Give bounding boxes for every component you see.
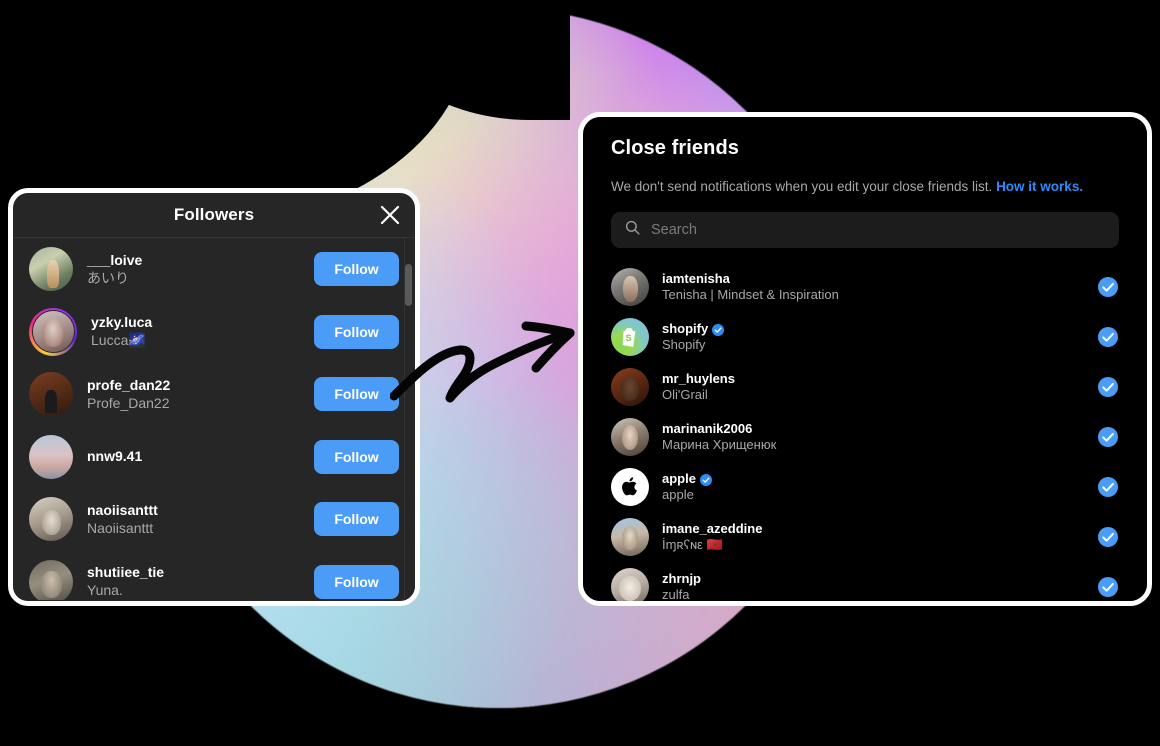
close-friend-meta: imane_azeddine İɱʀʕɴε 🇲🇦 xyxy=(662,521,1097,553)
follower-fullname: あいり xyxy=(87,269,129,286)
selected-check-icon[interactable] xyxy=(1097,476,1119,498)
close-friend-meta: zhrnjp zulfa xyxy=(662,571,1097,602)
page-title: Close friends xyxy=(611,137,739,159)
follower-row[interactable]: nnw9.41 Follow xyxy=(13,426,415,489)
followers-dialog-header: Followers xyxy=(13,193,415,238)
close-friend-fullname: İɱʀʕɴε 🇲🇦 xyxy=(662,537,723,552)
search-bar[interactable] xyxy=(611,212,1119,248)
follower-row[interactable]: profe_dan22 Profe_Dan22 Follow xyxy=(13,363,415,426)
follower-username[interactable]: shutiiee_tie xyxy=(87,564,314,581)
close-friend-row[interactable]: mr_huylens Oli'Grail xyxy=(611,362,1119,412)
selected-check-icon[interactable] xyxy=(1097,526,1119,548)
close-friend-meta: apple apple xyxy=(662,471,1097,503)
selected-check-icon[interactable] xyxy=(1097,326,1119,348)
avatar[interactable] xyxy=(611,418,649,456)
close-friend-username[interactable]: apple xyxy=(662,471,696,487)
close-friend-row[interactable]: zhrnjp zulfa xyxy=(611,562,1119,602)
followers-dialog: Followers ___loive あいり Follow yzky.luca … xyxy=(8,188,420,606)
selected-check-icon[interactable] xyxy=(1097,426,1119,448)
screenshot-canvas: Followers ___loive あいり Follow yzky.luca … xyxy=(0,0,1160,746)
close-friend-meta: mr_huylens Oli'Grail xyxy=(662,371,1097,403)
follower-row[interactable]: yzky.luca Lucca🌌 Follow xyxy=(13,301,415,364)
follow-button[interactable]: Follow xyxy=(314,314,399,349)
follower-meta: shutiiee_tie Yuna. xyxy=(87,564,314,599)
scrollbar-thumb[interactable] xyxy=(405,264,412,306)
close-friend-fullname: Tenisha | Mindset & Inspiration xyxy=(662,287,839,302)
search-input[interactable] xyxy=(651,222,1105,238)
close-friends-subtitle: We don't send notifications when you edi… xyxy=(611,178,1119,195)
verified-badge-icon xyxy=(699,473,712,486)
close-friend-meta: iamtenisha Tenisha | Mindset & Inspirati… xyxy=(662,271,1097,303)
close-friend-meta: marinanik2006 Марина Хрищенюк xyxy=(662,421,1097,453)
avatar[interactable] xyxy=(611,568,649,601)
avatar[interactable] xyxy=(29,559,73,600)
selected-check-icon[interactable] xyxy=(1097,376,1119,398)
close-friend-fullname: Oli'Grail xyxy=(662,387,708,402)
close-friend-username[interactable]: marinanik2006 xyxy=(662,421,752,437)
avatar[interactable] xyxy=(29,307,77,356)
follower-username[interactable]: yzky.luca xyxy=(91,314,314,331)
follower-username[interactable]: nnw9.41 xyxy=(87,448,314,465)
svg-text:S: S xyxy=(626,333,632,343)
close-friend-row[interactable]: imane_azeddine İɱʀʕɴε 🇲🇦 xyxy=(611,512,1119,562)
selected-check-icon[interactable] xyxy=(1097,276,1119,298)
follower-username[interactable]: ___loive xyxy=(87,252,314,269)
close-friend-row[interactable]: iamtenisha Tenisha | Mindset & Inspirati… xyxy=(611,262,1119,312)
follower-fullname: Profe_Dan22 xyxy=(87,394,170,411)
close-friend-username[interactable]: shopify xyxy=(662,321,708,337)
close-friend-fullname: Shopify xyxy=(662,337,706,352)
follower-fullname: Lucca🌌 xyxy=(91,332,146,349)
follower-meta: ___loive あいり xyxy=(87,252,314,287)
close-friend-row[interactable]: marinanik2006 Марина Хрищенюк xyxy=(611,412,1119,462)
avatar[interactable] xyxy=(611,268,649,306)
avatar[interactable] xyxy=(611,468,649,506)
avatar[interactable]: S xyxy=(611,318,649,356)
close-friend-fullname: Марина Хрищенюк xyxy=(662,437,777,452)
close-x-icon[interactable] xyxy=(379,204,401,226)
followers-dialog-title: Followers xyxy=(173,205,255,224)
close-friend-username[interactable]: zhrnjp xyxy=(662,571,701,587)
follower-row[interactable]: naoiisanttt Naoiisanttt Follow xyxy=(13,488,415,551)
close-friend-fullname: zulfa xyxy=(662,587,690,602)
close-friends-list: iamtenisha Tenisha | Mindset & Inspirati… xyxy=(611,262,1119,602)
close-friend-meta: shopify Shopify xyxy=(662,321,1097,353)
avatar[interactable] xyxy=(29,247,73,292)
close-friend-row[interactable]: apple apple xyxy=(611,462,1119,512)
follower-meta: nnw9.41 xyxy=(87,448,314,465)
close-friend-username[interactable]: iamtenisha xyxy=(662,271,730,287)
close-friend-username[interactable]: mr_huylens xyxy=(662,371,735,387)
hand-drawn-arrow-icon xyxy=(389,312,585,412)
follower-fullname: Yuna. xyxy=(87,582,123,599)
follow-button[interactable]: Follow xyxy=(314,502,399,537)
subtitle-text: We don't send notifications when you edi… xyxy=(611,179,993,194)
follow-button[interactable]: Follow xyxy=(314,252,399,287)
followers-scrollbar[interactable] xyxy=(404,238,412,600)
follower-username[interactable]: naoiisanttt xyxy=(87,502,314,519)
follower-meta: profe_dan22 Profe_Dan22 xyxy=(87,377,314,412)
avatar[interactable] xyxy=(29,434,73,479)
follower-meta: yzky.luca Lucca🌌 xyxy=(91,314,314,349)
selected-check-icon[interactable] xyxy=(1097,576,1119,598)
follow-button[interactable]: Follow xyxy=(314,439,399,474)
close-friend-username[interactable]: imane_azeddine xyxy=(662,521,762,537)
follower-meta: naoiisanttt Naoiisanttt xyxy=(87,502,314,537)
search-icon xyxy=(625,220,640,240)
how-it-works-link[interactable]: How it works. xyxy=(996,179,1083,194)
followers-list[interactable]: ___loive あいり Follow yzky.luca Lucca🌌 Fol… xyxy=(13,238,415,600)
verified-badge-icon xyxy=(712,323,725,336)
follow-button[interactable]: Follow xyxy=(314,377,399,412)
avatar[interactable] xyxy=(29,372,73,417)
close-friends-panel: Close friends We don't send notification… xyxy=(578,112,1152,606)
close-friend-row[interactable]: S shopify Shopify xyxy=(611,312,1119,362)
avatar[interactable] xyxy=(29,497,73,542)
follower-username[interactable]: profe_dan22 xyxy=(87,377,314,394)
follower-row[interactable]: shutiiee_tie Yuna. Follow xyxy=(13,551,415,600)
follower-row[interactable]: ___loive あいり Follow xyxy=(13,238,415,301)
follower-fullname: Naoiisanttt xyxy=(87,519,154,536)
avatar[interactable] xyxy=(611,368,649,406)
close-friend-fullname: apple xyxy=(662,487,694,502)
avatar[interactable] xyxy=(611,518,649,556)
follow-button[interactable]: Follow xyxy=(314,564,399,599)
